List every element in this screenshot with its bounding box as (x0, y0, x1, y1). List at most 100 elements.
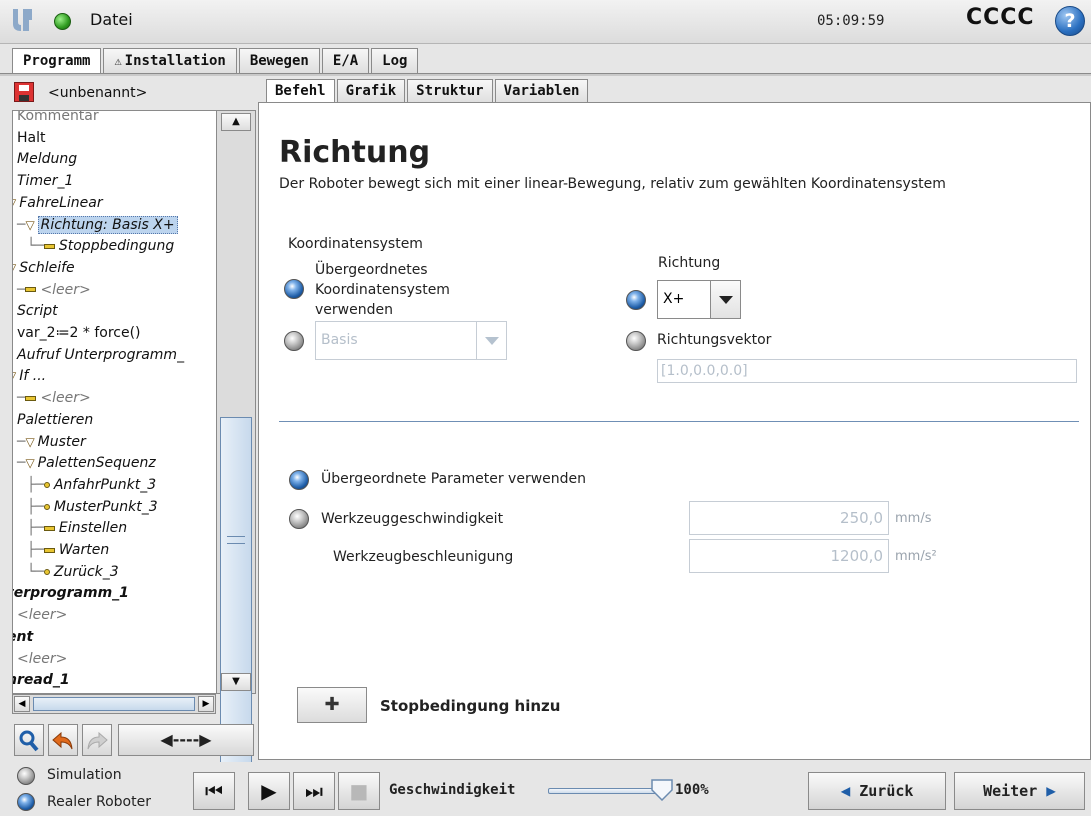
add-stop-condition-button[interactable]: ✚ (297, 687, 367, 723)
tree-node[interactable]: Kommentar (17, 111, 99, 127)
search-icon[interactable] (14, 724, 44, 756)
parent-coord-radio[interactable] (284, 279, 304, 299)
real-robot-radio[interactable] (17, 793, 35, 811)
rewind-icon[interactable]: ⏮ (193, 772, 235, 810)
tab-grafik[interactable]: Grafik (336, 79, 406, 103)
tree-node[interactable]: └─ Zurück_3 (27, 561, 119, 583)
scroll-left-icon[interactable]: ◀ (14, 696, 30, 712)
tree-node[interactable]: <leer> (17, 604, 67, 626)
program-tree: KommentarHaltMeldungTimer_1▽FahreLinear─… (12, 110, 216, 694)
node-bar-icon (43, 547, 55, 553)
expand-triangle-icon[interactable]: ▽ (13, 192, 16, 214)
arrow-left-icon: ◀ (840, 781, 851, 800)
tab-befehl[interactable]: Befehl (266, 79, 335, 103)
base-coord-radio[interactable] (284, 331, 304, 351)
tab-struktur[interactable]: Struktur (407, 79, 493, 103)
real-robot-label: Realer Roboter (47, 794, 151, 810)
tree-node-label: Zurück_3 (53, 563, 119, 580)
tree-node[interactable]: Meldung (17, 148, 77, 170)
expand-triangle-icon[interactable]: ▽ (25, 431, 34, 453)
tab-installation[interactable]: ⚠ Installation (103, 48, 237, 74)
tab-log[interactable]: Log (371, 48, 419, 74)
tree-node[interactable]: ent (13, 626, 33, 648)
scroll-down-icon[interactable]: ▼ (221, 673, 251, 691)
file-menu[interactable]: Datei (90, 10, 133, 29)
tree-node[interactable]: Timer_1 (17, 170, 73, 192)
expand-triangle-icon[interactable]: ▽ (25, 214, 34, 236)
tool-speed-radio[interactable] (289, 509, 309, 529)
node-bar-icon (25, 287, 37, 293)
tree-node[interactable]: Aufruf Unterprogramm_ (17, 344, 184, 366)
tree-node-label: MusterPunkt_3 (53, 498, 158, 515)
tree-node[interactable]: ─ <leer> (17, 387, 91, 409)
parent-params-radio[interactable] (289, 470, 309, 490)
expand-triangle-icon[interactable]: ▽ (13, 257, 16, 279)
section-divider (279, 421, 1079, 422)
next-button[interactable]: Weiter ▶ (954, 772, 1085, 810)
command-panel: Richtung Der Roboter bewegt sich mit ein… (258, 102, 1091, 760)
tree-node[interactable]: ─▽ Richtung: Basis X+ (17, 214, 178, 236)
tree-node[interactable]: ─▽ Muster (17, 431, 86, 453)
tree-node[interactable]: Script (17, 300, 58, 322)
tree-horizontal-scrollbar[interactable]: ◀ ▶ (12, 694, 216, 714)
scroll-thumb[interactable] (220, 417, 252, 763)
vector-label: Richtungsvektor (657, 332, 772, 348)
polyscope-window: Datei 05:09:59 CCCC ? Programm ⚠ Installa… (0, 0, 1091, 816)
tree-node[interactable]: var_2≔2 * force() (17, 322, 141, 344)
tool-accel-field: 1200,0 (689, 539, 889, 573)
tree-node[interactable]: ├─ Warten (27, 539, 109, 561)
tree-connector: ├─ (27, 476, 44, 493)
tree-node[interactable]: ▽If ... (13, 365, 46, 387)
tree-node-label: Richtung: Basis X+ (37, 215, 178, 234)
help-icon[interactable]: ? (1055, 6, 1085, 36)
tree-node[interactable]: ├─ Einstellen (27, 517, 127, 539)
direction-radio[interactable] (626, 290, 646, 310)
tab-ea[interactable]: E/A (321, 48, 370, 74)
tree-node[interactable]: ─ <leer> (17, 279, 91, 301)
tree-vertical-scrollbar[interactable]: ▲ ▼ (216, 110, 256, 763)
back-button[interactable]: ◀ Zurück (808, 772, 946, 810)
tool-speed-unit: mm/s (895, 511, 932, 526)
node-bar-icon (43, 525, 55, 531)
expand-triangle-icon[interactable]: ▽ (25, 452, 34, 474)
scroll-right-icon[interactable]: ▶ (198, 696, 214, 712)
undo-icon[interactable] (48, 724, 78, 756)
simulation-radio[interactable] (17, 767, 35, 785)
direction-select[interactable]: X+ (657, 280, 741, 319)
tree-node[interactable]: └─ Stoppbedingung (27, 235, 174, 257)
tree-node-label: Einstellen (58, 520, 128, 537)
hscroll-thumb[interactable] (33, 697, 195, 711)
sub-tabs: Befehl Grafik Struktur Variablen (266, 79, 590, 103)
tab-variablen[interactable]: Variablen (494, 79, 589, 103)
tree-node[interactable]: hread_1 (13, 669, 70, 691)
tree-node-label: <leer> (17, 650, 68, 667)
tree-node[interactable]: ▽FahreLinear (13, 192, 103, 214)
tree-connector: ─ (17, 216, 26, 233)
save-icon[interactable] (14, 82, 34, 102)
tab-programm[interactable]: Programm (12, 48, 102, 75)
step-icon[interactable]: ⏭ (293, 772, 335, 810)
chevron-down-icon[interactable] (710, 281, 740, 318)
chevron-down-icon (476, 322, 506, 359)
speed-slider-handle[interactable] (650, 779, 674, 802)
scroll-up-icon[interactable]: ▲ (221, 113, 251, 131)
tree-node[interactable]: ▽Schleife (13, 257, 75, 279)
tree-node[interactable]: <leer> (17, 648, 67, 670)
tree-node[interactable]: ─▽ PalettenSequenz (17, 452, 156, 474)
move-node-button[interactable]: ◀----▶ (118, 724, 254, 756)
play-icon[interactable]: ▶ (248, 772, 290, 810)
tree-node[interactable]: ├─ AnfahrPunkt_3 (27, 474, 156, 496)
warning-icon: ⚠ (114, 54, 122, 68)
tree-connector: └─ (27, 563, 44, 580)
tree-node[interactable]: terprogramm_1 (13, 582, 129, 604)
tab-bewegen[interactable]: Bewegen (238, 48, 320, 74)
vector-radio[interactable] (626, 331, 646, 351)
tree-node[interactable]: ├─ MusterPunkt_3 (27, 496, 158, 518)
tree-node[interactable]: Halt (17, 127, 46, 149)
redo-icon (82, 724, 112, 756)
tree-node[interactable]: Palettieren (17, 409, 93, 431)
clock: 05:09:59 (817, 13, 885, 29)
expand-triangle-icon[interactable]: ▽ (13, 365, 16, 387)
waypoint-icon (43, 481, 50, 488)
page-title: Richtung (279, 135, 431, 170)
